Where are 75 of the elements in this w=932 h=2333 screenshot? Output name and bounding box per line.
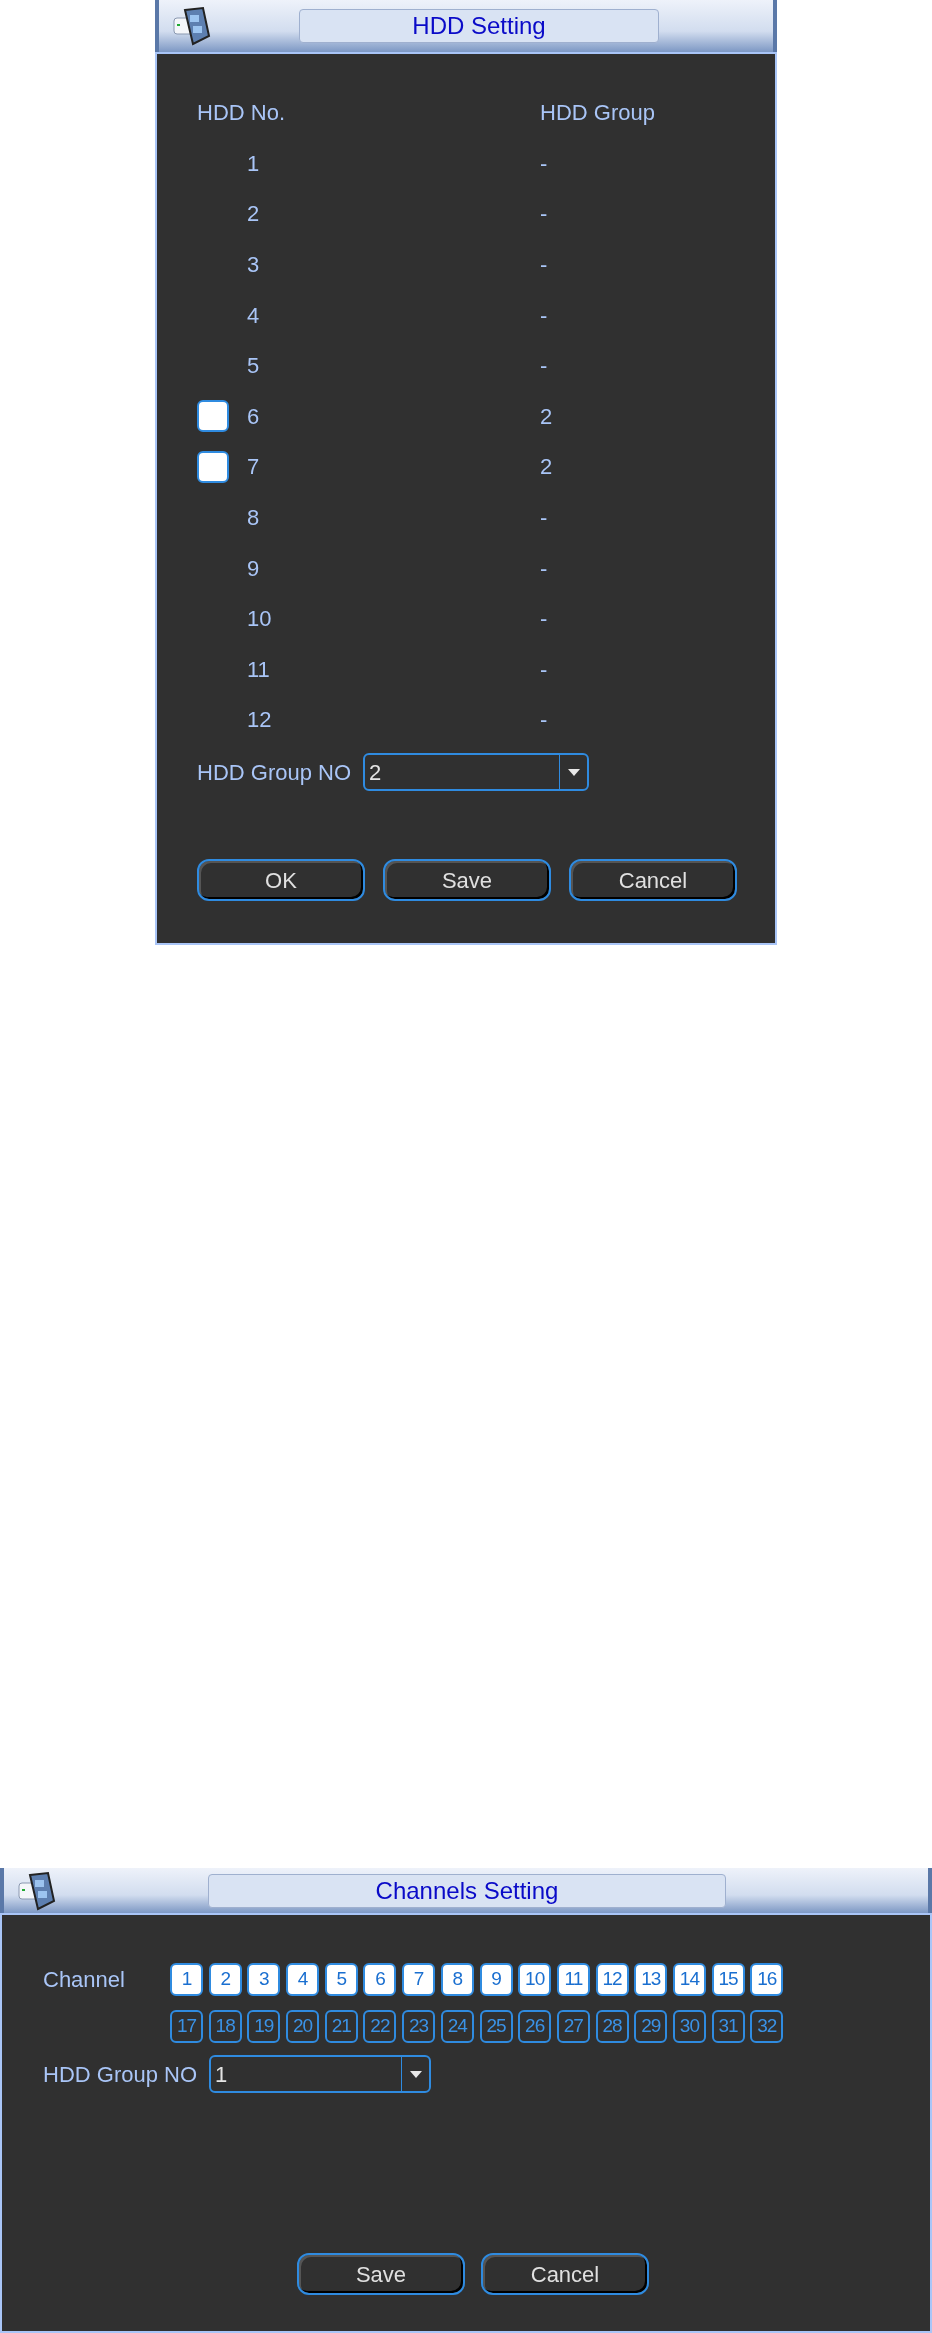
channel-toggle[interactable]: 29 [634,2010,668,2043]
channel-toggle[interactable]: 18 [208,2010,242,2043]
channel-toggle[interactable]: 13 [634,1963,668,1996]
channel-toggle[interactable]: 30 [672,2010,706,2043]
channel-toggle[interactable]: 6 [363,1963,397,1996]
hdd-number: 2 [247,200,261,229]
channel-toggle[interactable]: 19 [247,2010,281,2043]
channel-toggle[interactable]: 28 [595,2010,629,2043]
hdd-number: 5 [247,352,261,381]
checkbox[interactable] [197,450,229,483]
channel-toggle[interactable]: 31 [711,2010,745,2043]
column-header: HDD Group [540,99,655,127]
hdd-group: - [540,248,548,281]
channel-toggle[interactable]: 24 [440,2010,474,2043]
channel-toggle[interactable]: 12 [595,1963,629,1996]
channel-toggle[interactable]: 9 [479,1963,513,1996]
hdd-group: - [540,349,548,383]
channel-toggle[interactable]: 16 [750,1963,784,1996]
hdd-number: 9 [247,554,261,583]
channel-toggle[interactable]: 10 [518,1963,552,1996]
column-header: HDD No. [197,99,286,127]
channel-toggle[interactable]: 5 [324,1963,358,1996]
hdd-group: - [540,146,548,180]
hdd-group: 2 [540,450,553,484]
channel-toggle[interactable]: 23 [402,2010,436,2043]
checkbox[interactable] [197,400,229,433]
dialog-button[interactable]: Cancel [481,2253,649,2295]
channel-toggle[interactable]: 4 [286,1963,320,1996]
film-strip-icon [171,6,213,46]
hdd-group: - [540,500,548,534]
hdd-number: 8 [247,503,261,532]
dialog-button[interactable]: OK [197,859,365,902]
channel-toggle[interactable]: 32 [750,2010,784,2043]
caret-icon [409,2070,422,2078]
channel-toggle[interactable]: 11 [556,1963,590,1996]
channel-toggle[interactable]: 7 [402,1963,436,1996]
channel-toggle[interactable]: 8 [440,1963,474,1996]
hdd-group: - [540,703,548,737]
hdd-number: 12 [247,706,273,735]
channel-toggle[interactable]: 27 [556,2010,590,2043]
field-label: HDD Group NO [197,758,352,787]
hdd-number: 3 [247,251,261,279]
dropdown[interactable]: 1 [209,2055,432,2093]
channel-toggle[interactable]: 25 [479,2010,513,2043]
field-label: HDD Group NO [43,2060,198,2089]
hdd-group: - [540,602,548,636]
hdd-group: - [540,652,548,686]
channel-toggle[interactable]: 2 [208,1963,242,1996]
hdd-number: 1 [247,149,261,178]
dropdown[interactable]: 2 [363,753,590,792]
channel-toggle[interactable]: 22 [363,2010,397,2043]
hdd-number: 7 [247,453,261,482]
channel-toggle[interactable]: 26 [518,2010,552,2043]
window-title: Channels Setting [208,1873,726,1908]
caret-icon [567,768,580,776]
channel-toggle[interactable]: 21 [324,2010,358,2043]
hdd-group: 2 [540,399,553,433]
channel-toggle[interactable]: 14 [672,1963,706,1996]
hdd-number: 4 [247,301,261,330]
window-title: HDD Setting [299,9,659,43]
channel-toggle[interactable]: 3 [247,1963,281,1996]
hdd-number: 6 [247,402,261,431]
channel-toggle[interactable]: 17 [170,2010,203,2043]
channel-toggle[interactable]: 1 [170,1963,203,1996]
channel-toggle[interactable]: 20 [286,2010,320,2043]
channel-toggle[interactable]: 15 [711,1963,745,1996]
field-label: Channel [43,1966,126,1994]
hdd-number: 11 [247,655,271,684]
dialog-button[interactable]: Cancel [569,859,737,902]
hdd-number: 10 [247,605,273,634]
dialog-button[interactable]: Save [383,859,551,902]
hdd-group: - [540,298,548,332]
dialog-button[interactable]: Save [297,2253,465,2295]
hdd-group: - [540,551,548,585]
hdd-group: - [540,197,548,231]
